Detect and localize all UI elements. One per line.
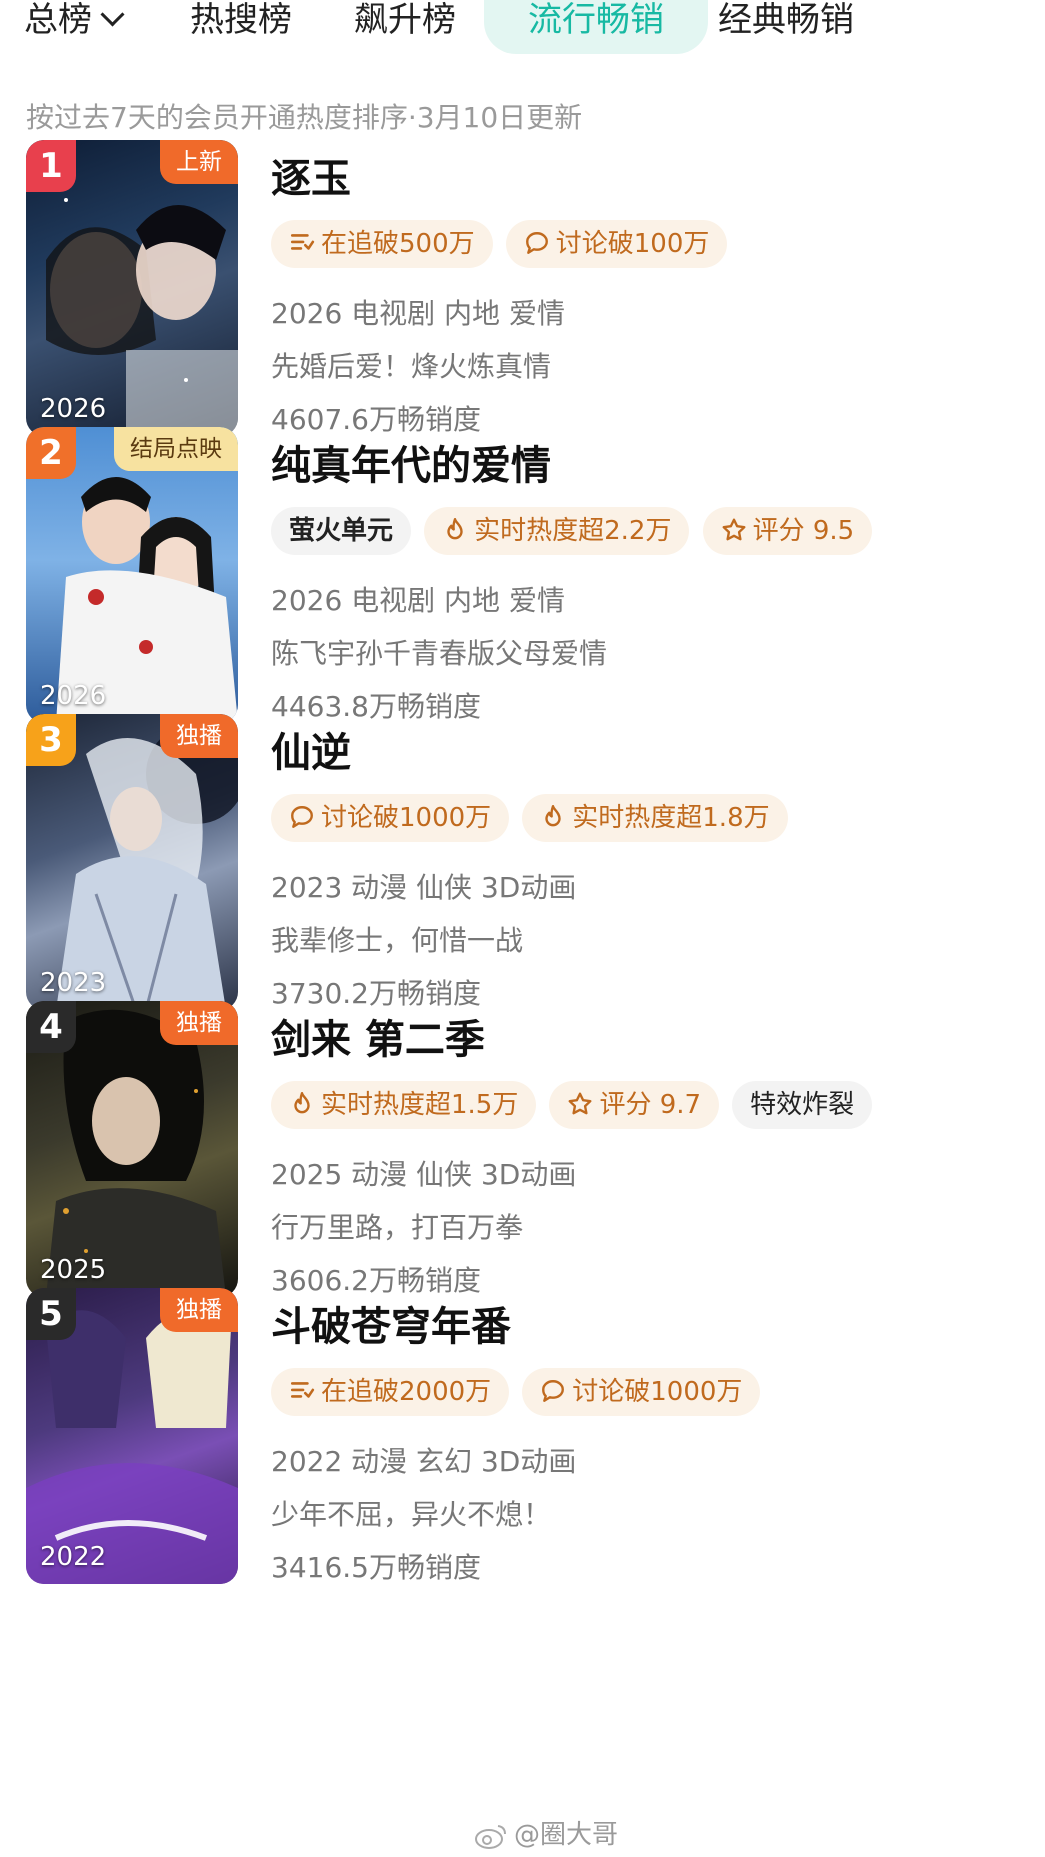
comment-icon — [524, 230, 550, 256]
tag-chip: 实时热度超1.5万 — [271, 1081, 537, 1129]
status-badge: 上新 — [160, 140, 238, 184]
poster-year: 2023 — [40, 968, 107, 998]
ranking-tabs: 总榜 热搜榜 飙升榜 流行畅销 经典畅销 — [0, 0, 1045, 58]
poster-image[interactable]: 3 独播 2023 — [26, 714, 238, 1010]
item-description: 陈飞宇孙千青春版父母爱情 — [271, 637, 608, 670]
status-badge: 结局点映 — [114, 427, 238, 471]
flame-icon — [442, 517, 468, 543]
ranking-subtitle: 按过去7天的会员开通热度排序·3月10日更新 — [26, 101, 583, 134]
rank-badge: 3 — [26, 714, 76, 766]
tag-chip: 实时热度超1.8万 — [522, 794, 788, 842]
tag-chips: 在追破2000万 讨论破1000万 — [271, 1368, 768, 1416]
tab-popular-bestseller[interactable]: 流行畅销 — [484, 0, 708, 54]
yinghuo-logo-icon: 萤火单元 — [289, 516, 394, 546]
tag-chips: 在追破500万 讨论破100万 — [271, 220, 735, 268]
tag-chip: 讨论破100万 — [505, 220, 728, 268]
flame-icon — [289, 1091, 315, 1117]
star-icon — [567, 1091, 593, 1117]
ranking-item[interactable]: 5 独播 2022 斗破苍穹年番 在追破2000万 讨论破1000万 2022 … — [0, 1288, 1045, 1588]
ranking-item[interactable]: 4 独播 2025 剑来 第二季 实时热度超1.5万 评分 9.7 特效炸裂 2… — [0, 1001, 1045, 1301]
tag-chips: 实时热度超1.5万 评分 9.7 特效炸裂 — [271, 1081, 880, 1129]
item-description: 先婚后爱！烽火炼真情 — [271, 350, 552, 383]
item-title[interactable]: 剑来 第二季 — [271, 1007, 485, 1065]
rank-badge: 1 — [26, 140, 76, 192]
list-icon — [289, 1378, 315, 1404]
ranking-item[interactable]: 2 结局点映 2026 纯真年代的爱情 萤火单元 实时热度超2.2万 评分 9.… — [0, 427, 1045, 727]
tag-chip: 在追破500万 — [271, 220, 493, 268]
tag-chip: 讨论破1000万 — [522, 1368, 761, 1416]
flame-icon — [540, 804, 566, 830]
item-info: 2023 动漫 仙侠 3D动画 — [271, 871, 577, 904]
tag-chip: 特效炸裂 — [732, 1081, 873, 1129]
item-info: 2022 动漫 玄幻 3D动画 — [271, 1445, 577, 1478]
tab-rising[interactable]: 飙升榜 — [354, 0, 456, 54]
tab-overall-label: 总榜 — [24, 0, 92, 40]
item-sales: 3416.5万畅销度 — [271, 1551, 481, 1584]
item-info: 2026 电视剧 内地 爱情 — [271, 297, 565, 330]
rank-badge: 5 — [26, 1288, 76, 1340]
item-title[interactable]: 纯真年代的爱情 — [271, 433, 551, 491]
weibo-icon — [475, 1824, 506, 1849]
poster-image[interactable]: 1 上新 2026 — [26, 140, 238, 436]
item-info: 2025 动漫 仙侠 3D动画 — [271, 1158, 577, 1191]
tag-chip: 在追破2000万 — [271, 1368, 510, 1416]
watermark: @圈大哥 — [474, 1814, 618, 1851]
item-title[interactable]: 仙逆 — [271, 720, 351, 778]
tab-classic-bestseller[interactable]: 经典畅销 — [718, 0, 854, 54]
poster-year: 2025 — [40, 1255, 107, 1285]
status-badge: 独播 — [160, 1288, 238, 1332]
item-info: 2026 电视剧 内地 爱情 — [271, 584, 565, 617]
star-icon — [721, 517, 747, 543]
rank-badge: 4 — [26, 1001, 76, 1053]
ranking-item[interactable]: 3 独播 2023 仙逆 讨论破1000万 实时热度超1.8万 2023 动漫 … — [0, 714, 1045, 1014]
rank-badge: 2 — [26, 427, 76, 479]
tag-chip: 评分 9.7 — [549, 1081, 720, 1129]
tag-chip: 讨论破1000万 — [271, 794, 510, 842]
tab-hot-search[interactable]: 热搜榜 — [190, 0, 292, 54]
item-description: 少年不屈，异火不熄！ — [271, 1498, 552, 1531]
tag-chip: 萤火单元 — [271, 507, 412, 555]
tag-chips: 萤火单元 实时热度超2.2万 评分 9.5 — [271, 507, 880, 555]
comment-icon — [540, 1378, 566, 1404]
tab-overall[interactable]: 总榜 — [24, 0, 125, 54]
poster-image[interactable]: 4 独播 2025 — [26, 1001, 238, 1297]
status-badge: 独播 — [160, 1001, 238, 1045]
poster-image[interactable]: 5 独播 2022 — [26, 1288, 238, 1584]
watermark-text: @圈大哥 — [514, 1820, 619, 1850]
item-title[interactable]: 斗破苍穹年番 — [271, 1294, 511, 1352]
tag-chip: 评分 9.5 — [702, 507, 873, 555]
item-description: 行万里路，打百万拳 — [271, 1211, 524, 1244]
poster-year: 2022 — [40, 1542, 107, 1572]
item-title[interactable]: 逐玉 — [271, 146, 351, 204]
tag-chip: 实时热度超2.2万 — [424, 507, 690, 555]
status-badge: 独播 — [160, 714, 238, 758]
poster-image[interactable]: 2 结局点映 2026 — [26, 427, 238, 723]
poster-year: 2026 — [40, 394, 107, 424]
item-description: 我辈修士，何惜一战 — [271, 924, 524, 957]
tag-chips: 讨论破1000万 实时热度超1.8万 — [271, 794, 796, 842]
ranking-item[interactable]: 1 上新 2026 逐玉 在追破500万 讨论破100万 2026 电视剧 内地… — [0, 140, 1045, 440]
list-icon — [289, 230, 315, 256]
poster-year: 2026 — [40, 681, 107, 711]
chevron-down-icon — [100, 2, 125, 27]
comment-icon — [289, 804, 315, 830]
